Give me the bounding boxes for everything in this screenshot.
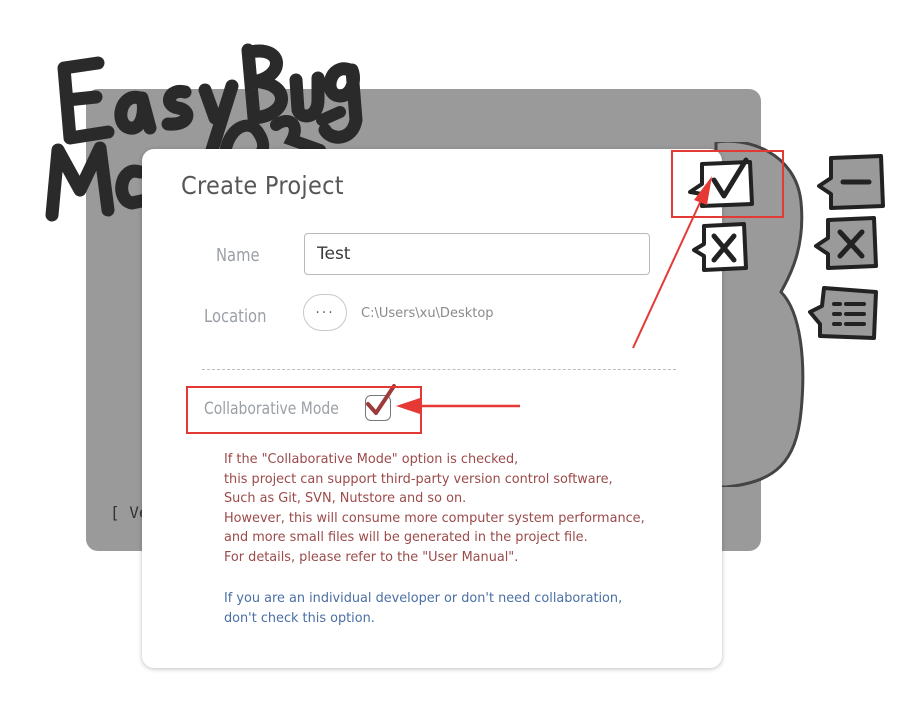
ellipsis-icon: ··· [315,304,335,321]
description-line: this project can support third-party ver… [224,471,613,487]
dialog-title: Create Project [181,171,344,200]
annotation-box-collaborative [186,386,422,434]
description-line: If the "Collaborative Mode" option is ch… [224,452,519,467]
list-bubble-icon [808,286,878,340]
collaborative-description: If the "Collaborative Mode" option is ch… [224,450,645,568]
minus-bubble-icon [817,154,885,210]
cancel-x-icon[interactable] [690,218,752,274]
description-line: However, this will consume more computer… [224,510,645,526]
individual-developer-note: If you are an individual developer or do… [224,589,622,628]
description-line: Such as Git, SVN, Nutstore and so on. [224,491,467,507]
location-label: Location [204,306,267,327]
name-label: Name [216,245,260,266]
section-divider [202,369,676,370]
note-line: If you are an individual developer or do… [224,591,623,606]
browse-location-button[interactable]: ··· [303,294,347,331]
annotation-box-confirm [671,150,784,218]
close-bubble-icon [814,216,878,270]
description-line: For details, please refer to the "User M… [224,549,519,565]
location-path-text: C:\Users\xu\Desktop [361,306,494,321]
description-line: and more small files will be generated i… [224,530,588,546]
project-name-input[interactable] [304,233,650,275]
note-line: don't check this option. [224,610,375,626]
